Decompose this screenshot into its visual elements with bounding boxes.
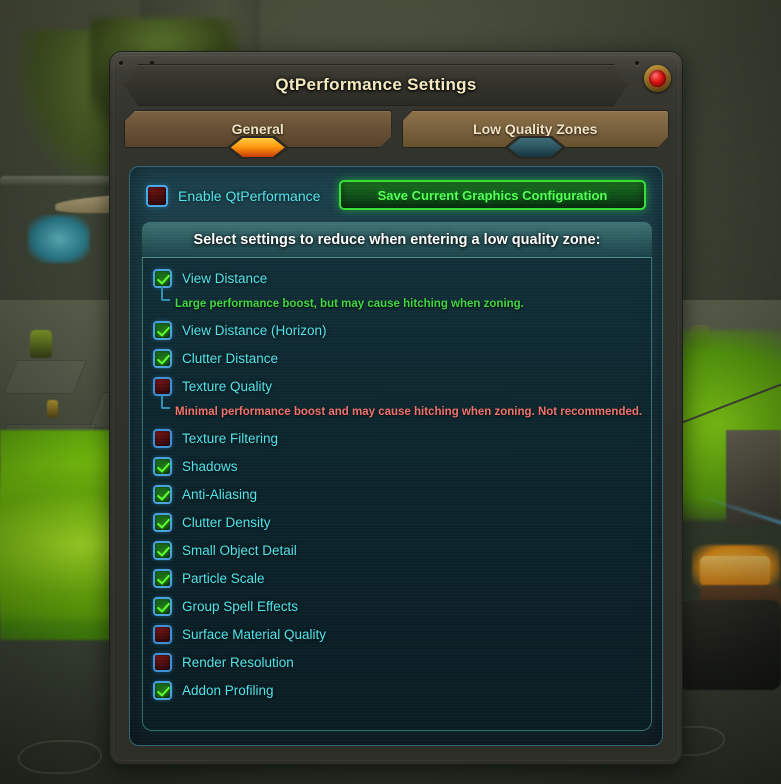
save-graphics-configuration-button[interactable]: Save Current Graphics Configuration: [339, 180, 646, 210]
section-header: Select settings to reduce when entering …: [142, 222, 652, 258]
setting-row[interactable]: Particle Scale: [153, 564, 643, 592]
checkbox-unchecked-icon[interactable]: [153, 624, 172, 644]
checkbox-checked-icon[interactable]: [153, 512, 172, 532]
setting-label: Surface Material Quality: [182, 626, 327, 642]
checkbox-unchecked-icon[interactable]: [153, 376, 172, 396]
frame-rivet: [119, 61, 123, 65]
setting-label: Texture Quality: [182, 378, 273, 394]
setting-row[interactable]: View Distance: [153, 264, 643, 292]
setting-row[interactable]: Anti-Aliasing: [153, 480, 643, 508]
checkbox-checked-icon[interactable]: [153, 568, 172, 588]
setting-row[interactable]: Texture Filtering: [153, 424, 643, 452]
checkbox-checked-icon[interactable]: [153, 540, 172, 560]
hint-connector-icon: [161, 394, 170, 409]
setting-row[interactable]: Texture Quality: [153, 372, 643, 400]
page-title: QtPerformance Settings: [275, 75, 477, 94]
settings-list-box: View Distance Large performance boost, bu…: [142, 258, 652, 731]
setting-row[interactable]: Shadows: [153, 452, 643, 480]
setting-label: Particle Scale: [182, 570, 265, 586]
checkbox-unchecked-icon[interactable]: [153, 428, 172, 448]
checkbox-checked-icon[interactable]: [153, 596, 172, 616]
tab-general[interactable]: General: [124, 110, 392, 148]
setting-hint-text: Large performance boost, but may cause h…: [175, 298, 524, 310]
section-header-text: Select settings to reduce when entering …: [193, 231, 601, 248]
setting-row[interactable]: Clutter Distance: [153, 344, 643, 372]
setting-label: Texture Filtering: [182, 430, 279, 446]
setting-hint-text: Minimal performance boost and may cause …: [175, 406, 643, 418]
enable-qtperformance-row[interactable]: Enable QtPerformance Save Current Graphi…: [146, 180, 646, 211]
setting-row[interactable]: Clutter Density: [153, 508, 643, 536]
tab-low-quality-zones[interactable]: Low Quality Zones: [402, 110, 670, 148]
enable-qtperformance-checkbox[interactable]: [146, 185, 168, 207]
hint-connector-icon: [161, 286, 170, 301]
setting-label: Addon Profiling: [182, 682, 274, 698]
tab-bar: General Low Quality Zones: [124, 110, 669, 156]
setting-hint: Minimal performance boost and may cause …: [153, 394, 643, 424]
setting-label: Group Spell Effects: [182, 598, 299, 614]
checkbox-checked-icon[interactable]: [153, 456, 172, 476]
checkbox-unchecked-icon[interactable]: [153, 652, 172, 672]
setting-label: Anti-Aliasing: [182, 486, 258, 502]
setting-row[interactable]: Group Spell Effects: [153, 592, 643, 620]
setting-label: Clutter Density: [182, 514, 271, 530]
setting-label: View Distance (Horizon): [182, 322, 327, 338]
setting-hint: Large performance boost, but may cause h…: [153, 286, 643, 316]
setting-row[interactable]: Addon Profiling: [153, 676, 643, 704]
checkbox-checked-icon[interactable]: [153, 320, 172, 340]
close-icon: [649, 70, 666, 87]
checkbox-checked-icon[interactable]: [153, 348, 172, 368]
setting-label: View Distance: [182, 270, 268, 286]
setting-label: Render Resolution: [182, 654, 294, 670]
qtperformance-settings-window: QtPerformance Settings General Low Quali…: [110, 52, 682, 764]
title-bar: QtPerformance Settings: [124, 64, 628, 106]
setting-row[interactable]: Surface Material Quality: [153, 620, 643, 648]
frame-rivet: [635, 61, 639, 65]
setting-row[interactable]: Render Resolution: [153, 648, 643, 676]
checkbox-checked-icon[interactable]: [153, 680, 172, 700]
setting-row[interactable]: Small Object Detail: [153, 536, 643, 564]
enable-qtperformance-label: Enable QtPerformance: [178, 188, 321, 204]
setting-label: Small Object Detail: [182, 542, 297, 558]
setting-row[interactable]: View Distance (Horizon): [153, 316, 643, 344]
close-button[interactable]: [644, 65, 671, 92]
setting-label: Shadows: [182, 458, 238, 474]
save-button-label: Save Current Graphics Configuration: [377, 187, 608, 203]
settings-list: View Distance Large performance boost, bu…: [153, 264, 643, 704]
setting-label: Clutter Distance: [182, 350, 279, 366]
checkbox-checked-icon[interactable]: [153, 268, 172, 288]
checkbox-checked-icon[interactable]: [153, 484, 172, 504]
settings-content-panel: Enable QtPerformance Save Current Graphi…: [129, 166, 663, 746]
